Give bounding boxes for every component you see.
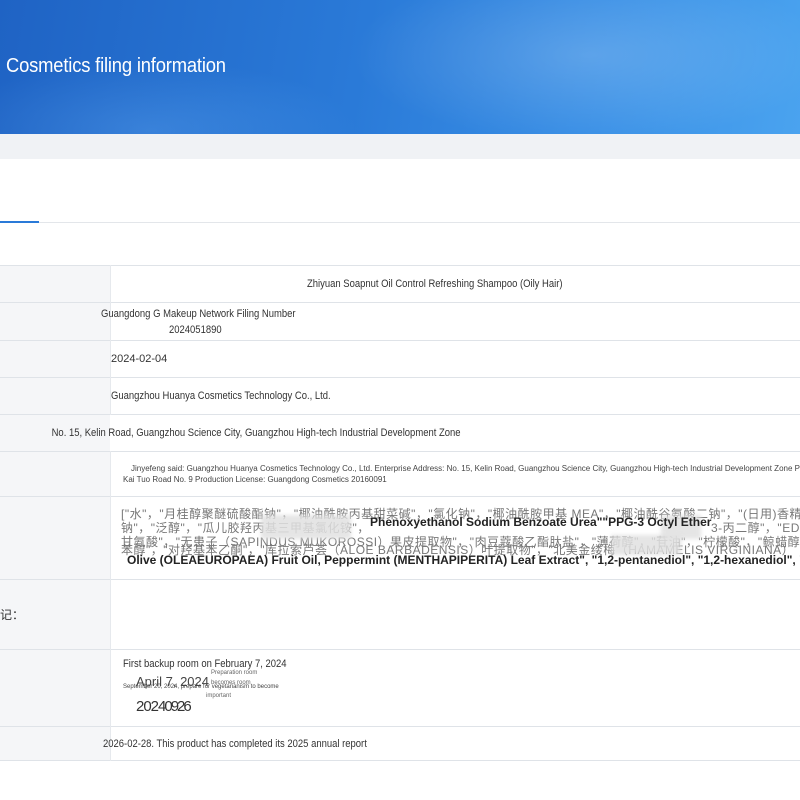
row-label bbox=[0, 497, 111, 580]
producer-line-2: Kai Tuo Road No. 9 Production License: G… bbox=[111, 474, 800, 485]
banner-decoration bbox=[330, 0, 800, 134]
record-tiny: September 20, 2024, prepare for vegetari… bbox=[123, 684, 279, 690]
record-tiny: Preparation room bbox=[211, 670, 257, 676]
page-title: Cosmetics filing information bbox=[6, 55, 226, 78]
address-value: No. 15, Kelin Road, Guangzhou Science Ci… bbox=[0, 427, 461, 439]
record-line: 20240926 bbox=[136, 698, 185, 715]
ingredients-value: ["水"，"月桂醇聚醚硫酸酯钠"，"椰油酰胺丙基甜菜碱"，"氯化钠"，"椰油酰胺… bbox=[111, 497, 800, 579]
notes-value bbox=[111, 580, 800, 650]
redaction-blur bbox=[261, 515, 351, 539]
breadcrumb-bar bbox=[0, 134, 800, 159]
table-row: Zhiyuan Soapnut Oil Control Refreshing S… bbox=[0, 266, 800, 303]
table-row: 记： bbox=[0, 580, 800, 650]
record-line: First backup room on February 7, 2024 bbox=[123, 658, 287, 670]
filing-date-value: 2024-02-04 bbox=[111, 341, 800, 378]
filing-info-table: Zhiyuan Soapnut Oil Control Refreshing S… bbox=[0, 265, 800, 761]
tab-bar-divider bbox=[0, 222, 800, 223]
row-label bbox=[0, 378, 111, 415]
filer-value: Guangzhou Huanya Cosmetics Technology Co… bbox=[111, 390, 331, 402]
table-row: Jinyefeng said: Guangzhou Huanya Cosmeti… bbox=[0, 452, 800, 497]
table-row: First backup room on February 7, 2024 Ap… bbox=[0, 650, 800, 727]
row-label bbox=[0, 452, 111, 497]
ingredients-en-line: Phenoxyethanol Sodium Benzoate Urea""PPG… bbox=[370, 515, 711, 529]
record-history: First backup room on February 7, 2024 Ap… bbox=[111, 650, 800, 726]
row-label bbox=[0, 303, 111, 341]
table-row: Guangzhou Huanya Cosmetics Technology Co… bbox=[0, 378, 800, 415]
row-label bbox=[0, 341, 111, 378]
table-row: No. 15, Kelin Road, Guangzhou Science Ci… bbox=[0, 415, 800, 452]
record-tiny: important bbox=[206, 693, 231, 699]
producer-line-1: Jinyefeng said: Guangzhou Huanya Cosmeti… bbox=[111, 463, 800, 474]
table-row: ["水"，"月桂醇聚醚硫酸酯钠"，"椰油酰胺丙基甜菜碱"，"氯化钠"，"椰油酰胺… bbox=[0, 497, 800, 580]
redaction-blur bbox=[611, 535, 681, 555]
row-label bbox=[0, 727, 111, 761]
table-row: 2026-02-28. This product has completed i… bbox=[0, 727, 800, 761]
ingredients-en-line: Olive (OLEAEUROPAEA) Fruit Oil, Peppermi… bbox=[127, 553, 800, 567]
header-banner: Cosmetics filing information bbox=[0, 0, 800, 134]
row-label bbox=[0, 650, 111, 727]
annual-report-value: 2026-02-28. This product has completed i… bbox=[103, 738, 367, 750]
filing-number-value: 2024051890 bbox=[169, 322, 222, 338]
notes-label: 记： bbox=[0, 608, 24, 622]
table-row: Guangdong G Makeup Network Filing Number… bbox=[0, 303, 800, 341]
table-row: 2024-02-04 bbox=[0, 341, 800, 378]
filing-number-label: Guangdong G Makeup Network Filing Number bbox=[101, 306, 296, 322]
active-tab-indicator[interactable] bbox=[0, 221, 39, 223]
row-label bbox=[0, 266, 111, 303]
product-name-value: Zhiyuan Soapnut Oil Control Refreshing S… bbox=[307, 278, 563, 290]
